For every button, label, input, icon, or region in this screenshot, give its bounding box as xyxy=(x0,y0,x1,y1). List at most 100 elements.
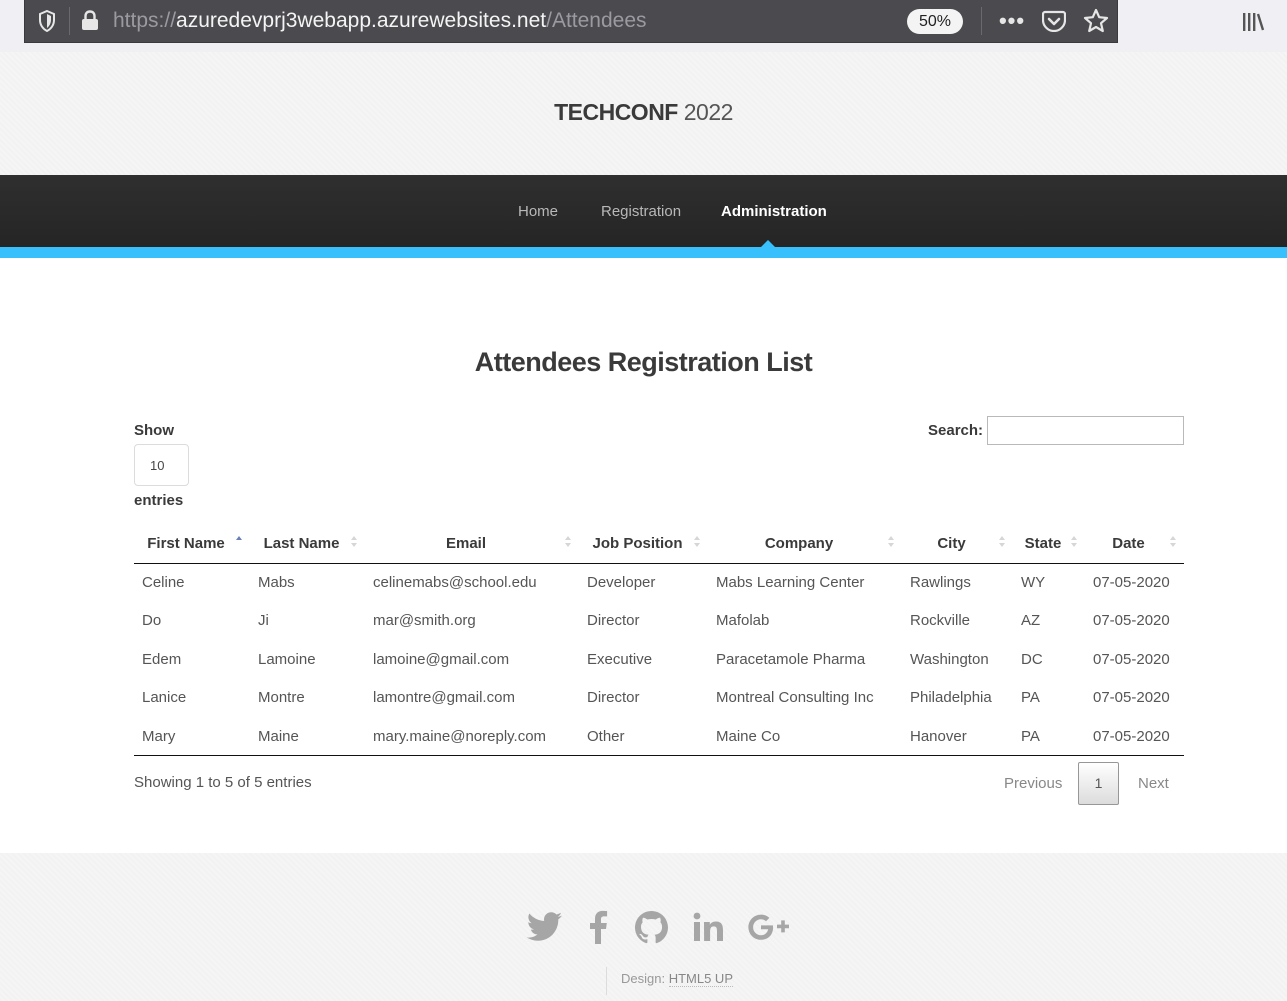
table-row: Edem Lamoine lamoine@gmail.com Executive… xyxy=(134,640,1184,679)
column-header-label: State xyxy=(1024,534,1062,552)
column-header-city[interactable]: City xyxy=(902,524,1013,564)
facebook-icon[interactable] xyxy=(578,907,618,947)
tracking-protection-icon[interactable] xyxy=(37,10,57,32)
column-header-label: Company xyxy=(764,534,834,552)
sort-ascending-icon xyxy=(236,536,244,550)
entries-per-page-select[interactable]: 10 xyxy=(134,444,189,486)
page-actions-icon[interactable]: ••• xyxy=(997,8,1027,34)
column-header-state[interactable]: State xyxy=(1013,524,1085,564)
cell-job-position: Other xyxy=(579,717,708,756)
html5up-link[interactable]: HTML5 UP xyxy=(668,971,733,987)
cell-job-position: Director xyxy=(587,689,640,707)
cell-city: Washington xyxy=(910,650,989,668)
column-header-date[interactable]: Date xyxy=(1085,524,1184,564)
sort-icon xyxy=(1071,536,1079,550)
cell-company: Maine Co xyxy=(708,717,902,756)
table-row: Do Ji mar@smith.org Director Mafolab Roc… xyxy=(134,602,1184,641)
design-credit: Design: HTML5 UP xyxy=(621,971,733,987)
cell-email: mary.maine@noreply.com xyxy=(365,717,579,756)
column-header-label: First Name xyxy=(147,534,225,552)
table-row: Celine Mabs celinemabs@school.edu Develo… xyxy=(134,563,1184,602)
column-header-label: Last Name xyxy=(263,534,340,552)
column-header-email[interactable]: Email xyxy=(365,524,579,564)
logo-year: 2022 xyxy=(683,99,734,125)
cell-last-name: Maine xyxy=(250,717,365,756)
credit-prefix: Design: xyxy=(621,971,666,986)
main-nav: Home Registration Administration xyxy=(0,175,1287,247)
cell-last-name: Ji xyxy=(258,612,269,630)
pagination-next[interactable]: Next xyxy=(1138,775,1169,792)
twitter-icon[interactable] xyxy=(525,907,565,947)
cell-date: 07-05-2020 xyxy=(1093,650,1170,668)
sort-icon xyxy=(694,536,702,550)
table-row: Lanice Montre lamontre@gmail.com Directo… xyxy=(134,679,1184,718)
cell-city: Philadelphia xyxy=(910,689,992,707)
length-show-label: Show xyxy=(134,422,174,439)
site-header: TECHCONF 2022 xyxy=(0,52,1287,175)
url-host: azuredevprj3webapp.azurewebsites.net xyxy=(176,9,547,32)
cell-last-name: Mabs xyxy=(258,574,295,591)
cell-city: Hanover xyxy=(902,717,1013,756)
cell-company: Paracetamole Pharma xyxy=(716,650,866,668)
attendees-table: First Name Last Name Email Job Position … xyxy=(134,524,1184,756)
logo-name: TECHCONF xyxy=(554,99,678,125)
nav-home[interactable]: Home xyxy=(518,203,558,220)
column-header-company[interactable]: Company xyxy=(708,524,902,564)
cell-email: lamoine@gmail.com xyxy=(373,650,510,668)
search-input[interactable] xyxy=(987,416,1184,445)
cell-last-name: Montre xyxy=(258,689,305,707)
cell-first-name: Lanice xyxy=(142,689,187,707)
lock-icon[interactable] xyxy=(81,9,99,30)
length-entries-label: entries xyxy=(134,492,184,509)
cell-last-name: Lamoine xyxy=(258,650,316,668)
cell-city: Rockville xyxy=(910,612,971,630)
cell-email: mar@smith.org xyxy=(373,612,476,630)
google-plus-icon[interactable] xyxy=(746,907,792,947)
cell-date: 07-05-2020 xyxy=(1093,689,1170,707)
sort-icon xyxy=(565,536,573,550)
nav-administration[interactable]: Administration xyxy=(721,203,827,220)
cell-first-name: Do xyxy=(142,612,162,630)
nav-registration[interactable]: Registration xyxy=(601,203,681,220)
cell-first-name: Celine xyxy=(142,574,185,591)
nav-accent-bar xyxy=(0,247,1287,258)
linkedin-icon[interactable] xyxy=(688,907,728,947)
pocket-icon[interactable] xyxy=(1041,9,1067,33)
column-header-last-name[interactable]: Last Name xyxy=(250,524,365,564)
browser-toolbar: https://azuredevprj3webapp.azurewebsites… xyxy=(0,0,1287,52)
table-header-row: First Name Last Name Email Job Position … xyxy=(134,524,1184,564)
address-bar[interactable]: https://azuredevprj3webapp.azurewebsites… xyxy=(24,0,1118,43)
site-logo[interactable]: TECHCONF 2022 xyxy=(0,99,1287,126)
bookmark-star-icon[interactable] xyxy=(1083,8,1109,34)
sort-icon xyxy=(351,536,359,550)
address-separator xyxy=(69,7,70,35)
sort-icon xyxy=(999,536,1007,550)
site-footer: Design: HTML5 UP xyxy=(0,853,1287,1001)
library-icon[interactable] xyxy=(1240,10,1268,34)
zoom-level-button[interactable]: 50% xyxy=(907,9,963,34)
cell-job-position: Executive xyxy=(587,650,653,668)
column-header-job-position[interactable]: Job Position xyxy=(579,524,708,564)
cell-first-name: Mary xyxy=(134,717,250,756)
cell-email: celinemabs@school.edu xyxy=(373,574,537,591)
url-text[interactable]: https://azuredevprj3webapp.azurewebsites… xyxy=(113,9,647,33)
page-title: Attendees Registration List xyxy=(474,347,813,377)
address-separator xyxy=(981,7,982,35)
pagination-page-1[interactable]: 1 xyxy=(1078,762,1119,805)
cell-city: Rawlings xyxy=(910,574,971,591)
column-header-label: Job Position xyxy=(592,534,683,552)
cell-email: lamontre@gmail.com xyxy=(373,689,515,707)
cell-job-position: Director xyxy=(587,612,640,630)
cell-date: 07-05-2020 xyxy=(1085,717,1184,756)
cell-first-name: Edem xyxy=(142,650,182,668)
cell-state: PA xyxy=(1021,689,1040,707)
column-header-first-name[interactable]: First Name xyxy=(134,524,250,564)
column-header-label: Email xyxy=(445,534,487,552)
pagination-previous[interactable]: Previous xyxy=(1004,775,1062,792)
cell-company: Mabs Learning Center xyxy=(716,574,865,591)
github-icon[interactable] xyxy=(631,907,671,947)
sort-icon xyxy=(1170,536,1178,550)
sort-icon xyxy=(888,536,896,550)
cell-date: 07-05-2020 xyxy=(1093,574,1170,591)
url-prefix: https:// xyxy=(113,9,177,32)
